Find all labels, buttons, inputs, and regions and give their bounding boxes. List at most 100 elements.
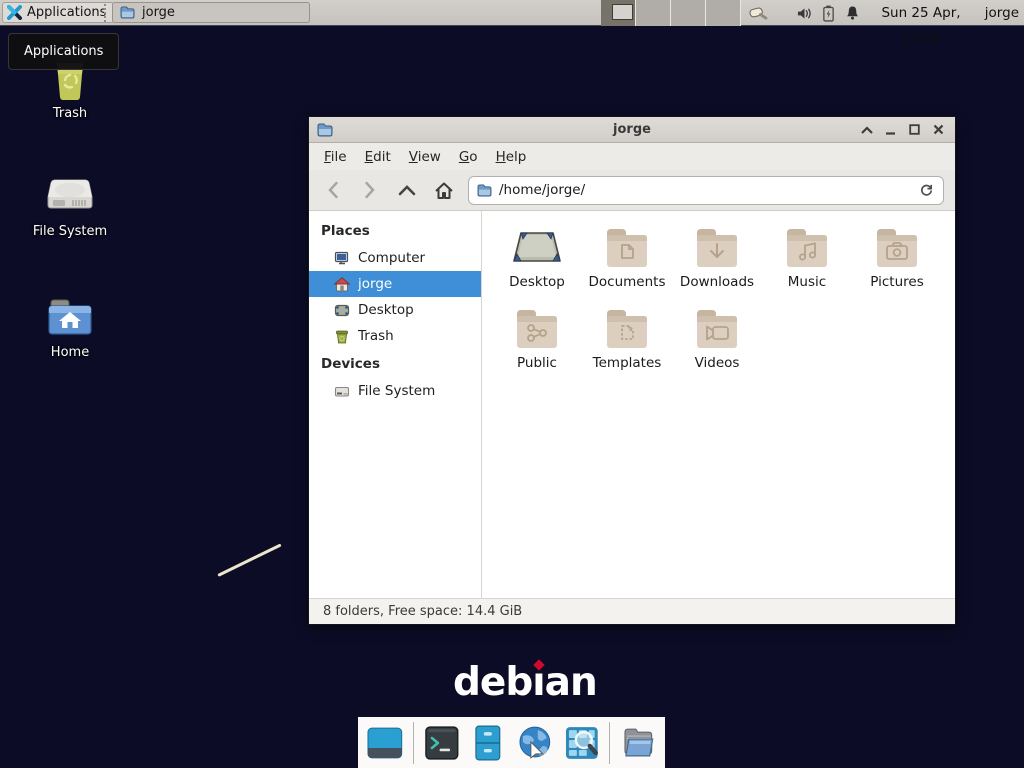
panel-handle[interactable] bbox=[104, 4, 108, 22]
applications-menu-icon bbox=[7, 5, 22, 20]
downloads-folder-icon bbox=[693, 225, 741, 269]
maximize-button[interactable] bbox=[906, 121, 923, 138]
show-desktop-icon[interactable] bbox=[366, 724, 404, 762]
desktop-icon-label: Home bbox=[51, 345, 89, 360]
workspace-4[interactable] bbox=[706, 0, 741, 26]
system-tray bbox=[748, 0, 862, 26]
desktop-icon-file-system[interactable]: File System bbox=[22, 170, 118, 239]
desktop-icon bbox=[334, 303, 350, 318]
workspace-pager bbox=[601, 0, 741, 26]
folder-item-label: Documents bbox=[589, 274, 666, 290]
sidebar-item-label: jorge bbox=[358, 276, 392, 292]
folder-item-downloads[interactable]: Downloads bbox=[672, 225, 762, 290]
applications-menu-label: Applications bbox=[27, 5, 106, 20]
file-cabinet-icon[interactable] bbox=[469, 724, 507, 762]
workspace-1[interactable] bbox=[601, 0, 636, 26]
menu-view[interactable]: View bbox=[400, 145, 450, 169]
top-panel: Applications jorge bbox=[0, 0, 1024, 26]
folder-item-public[interactable]: Public bbox=[492, 306, 582, 371]
taskbar-window-button[interactable]: jorge bbox=[112, 2, 310, 23]
menu-file[interactable]: File bbox=[315, 145, 356, 169]
sidebar-item-label: File System bbox=[358, 383, 435, 399]
desktop-icon-label: File System bbox=[33, 224, 107, 239]
home-folder-icon bbox=[45, 293, 95, 339]
home-button[interactable] bbox=[431, 177, 457, 203]
folder-icon bbox=[477, 184, 492, 197]
folder-item-desktop[interactable]: Desktop bbox=[492, 225, 582, 290]
folder-item-label: Downloads bbox=[680, 274, 754, 290]
folder-item-videos[interactable]: Videos bbox=[672, 306, 762, 371]
up-button[interactable] bbox=[394, 177, 420, 203]
menu-edit[interactable]: Edit bbox=[356, 145, 400, 169]
folder-item-label: Pictures bbox=[870, 274, 923, 290]
desktop: { "colors": { "desktop_bg": "#0c0c26", "… bbox=[0, 0, 1024, 768]
file-manager-icon[interactable] bbox=[619, 724, 657, 762]
forward-button[interactable] bbox=[357, 177, 383, 203]
sidebar-item-label: Desktop bbox=[358, 302, 414, 318]
debian-logo: debıan bbox=[453, 660, 597, 705]
peripheral-icon[interactable] bbox=[748, 3, 768, 23]
wallpaper-line-decoration bbox=[217, 543, 281, 576]
logo-text: an bbox=[545, 660, 597, 705]
documents-folder-icon bbox=[603, 225, 651, 269]
menu-go[interactable]: Go bbox=[450, 145, 487, 169]
applications-tooltip: Applications bbox=[8, 33, 119, 70]
sidebar-item-desktop[interactable]: Desktop bbox=[309, 297, 481, 323]
folder-item-music[interactable]: Music bbox=[762, 225, 852, 290]
minimize-button[interactable] bbox=[882, 121, 899, 138]
bottom-dock bbox=[358, 717, 665, 768]
folder-item-pictures[interactable]: Pictures bbox=[852, 225, 942, 290]
workspace-2[interactable] bbox=[636, 0, 671, 26]
public-folder-icon bbox=[513, 306, 561, 350]
panel-clock[interactable]: Sun 25 Apr, 10:06 bbox=[860, 0, 982, 26]
application-finder-icon[interactable] bbox=[563, 724, 601, 762]
toolbar: /home/jorge/ bbox=[309, 170, 955, 211]
templates-folder-icon bbox=[603, 306, 651, 350]
applications-menu-button[interactable]: Applications bbox=[2, 2, 114, 23]
statusbar: 8 folders, Free space: 14.4 GiB bbox=[309, 598, 955, 624]
file-manager-window: jorge File Edit View Go Help bbox=[308, 116, 956, 625]
sidebar-item-file-system[interactable]: File System bbox=[309, 378, 481, 404]
close-button[interactable] bbox=[930, 121, 947, 138]
sidebar-header-places: Places bbox=[309, 216, 481, 245]
sidebar-item-computer[interactable]: Computer bbox=[309, 245, 481, 271]
folder-icon bbox=[120, 6, 135, 19]
volume-icon[interactable] bbox=[794, 3, 814, 23]
location-bar[interactable]: /home/jorge/ bbox=[468, 176, 944, 205]
folder-item-label: Videos bbox=[695, 355, 740, 371]
notifications-icon[interactable] bbox=[842, 3, 862, 23]
workspace-3[interactable] bbox=[671, 0, 706, 26]
dock-separator bbox=[413, 722, 414, 764]
desktop-icon-home[interactable]: Home bbox=[22, 293, 118, 360]
sidebar-item-trash[interactable]: Trash bbox=[309, 323, 481, 349]
folder-view[interactable]: Desktop Documents bbox=[482, 211, 955, 598]
folder-item-templates[interactable]: Templates bbox=[582, 306, 672, 371]
desktop-mat-icon bbox=[511, 225, 563, 269]
folder-item-label: Desktop bbox=[509, 274, 565, 290]
web-browser-icon[interactable] bbox=[516, 724, 554, 762]
folder-item-label: Public bbox=[517, 355, 557, 371]
folder-item-documents[interactable]: Documents bbox=[582, 225, 672, 290]
workspace-window-thumb bbox=[612, 4, 633, 20]
panel-username[interactable]: jorge bbox=[985, 0, 1019, 26]
folder-item-label: Templates bbox=[593, 355, 662, 371]
battery-icon[interactable] bbox=[818, 3, 838, 23]
sidebar-item-label: Trash bbox=[358, 328, 394, 344]
back-button[interactable] bbox=[320, 177, 346, 203]
location-path[interactable]: /home/jorge/ bbox=[499, 182, 585, 198]
menu-help[interactable]: Help bbox=[487, 145, 536, 169]
shade-button[interactable] bbox=[858, 121, 875, 138]
reload-button[interactable] bbox=[915, 179, 937, 201]
drive-icon bbox=[334, 384, 350, 399]
trash-icon bbox=[334, 329, 350, 344]
sidebar-item-jorge[interactable]: jorge bbox=[309, 271, 481, 297]
terminal-icon[interactable] bbox=[423, 724, 461, 762]
hard-drive-icon bbox=[45, 170, 95, 218]
sidebar-item-label: Computer bbox=[358, 250, 425, 266]
logo-text: deb bbox=[453, 660, 532, 705]
desktop-icon-label: Trash bbox=[53, 106, 87, 121]
videos-folder-icon bbox=[693, 306, 741, 350]
home-icon bbox=[334, 277, 350, 292]
folder-item-label: Music bbox=[788, 274, 826, 290]
window-titlebar[interactable]: jorge bbox=[309, 117, 955, 143]
